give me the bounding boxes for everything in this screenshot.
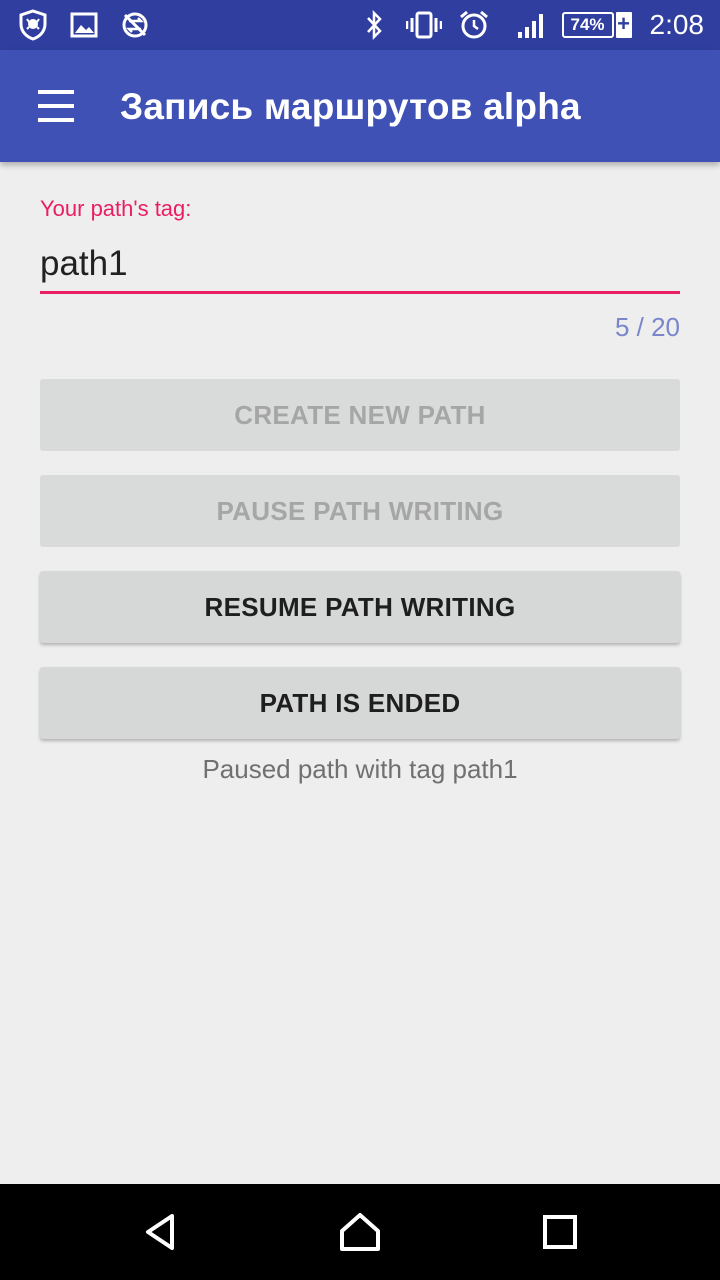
home-icon[interactable] (336, 1210, 384, 1254)
app-title: Запись маршрутов alpha (120, 86, 581, 127)
sync-disabled-icon (120, 10, 150, 40)
tag-input[interactable] (40, 236, 680, 294)
battery-icon: 74% + (561, 11, 632, 38)
char-counter: 5 / 20 (614, 312, 680, 342)
signal-icon (516, 10, 548, 40)
back-icon[interactable] (136, 1210, 184, 1254)
alarm-icon (458, 9, 490, 41)
status-bar: 74% + 2:08 (0, 0, 720, 50)
navigation-bar (0, 1184, 720, 1280)
tag-field-label: Your path's tag: (40, 196, 192, 221)
app-bar: Запись маршрутов alpha (0, 50, 720, 162)
recents-icon[interactable] (536, 1210, 584, 1254)
battery-charging-indicator: + (615, 11, 632, 38)
resume-path-writing-button[interactable]: RESUME PATH WRITING (40, 571, 680, 643)
app-shield-icon (18, 9, 48, 41)
menu-icon[interactable] (30, 84, 82, 128)
vibrate-icon (405, 10, 442, 40)
battery-percent: 74% (561, 12, 614, 38)
create-new-path-button: CREATE NEW PATH (40, 379, 680, 451)
pause-path-writing-button: PAUSE PATH WRITING (40, 475, 680, 547)
clock: 2:08 (649, 9, 705, 40)
image-icon (70, 12, 98, 38)
path-is-ended-button[interactable]: PATH IS ENDED (40, 667, 680, 739)
bluetooth-icon (364, 9, 384, 41)
status-message: Paused path with tag path1 (202, 754, 518, 784)
